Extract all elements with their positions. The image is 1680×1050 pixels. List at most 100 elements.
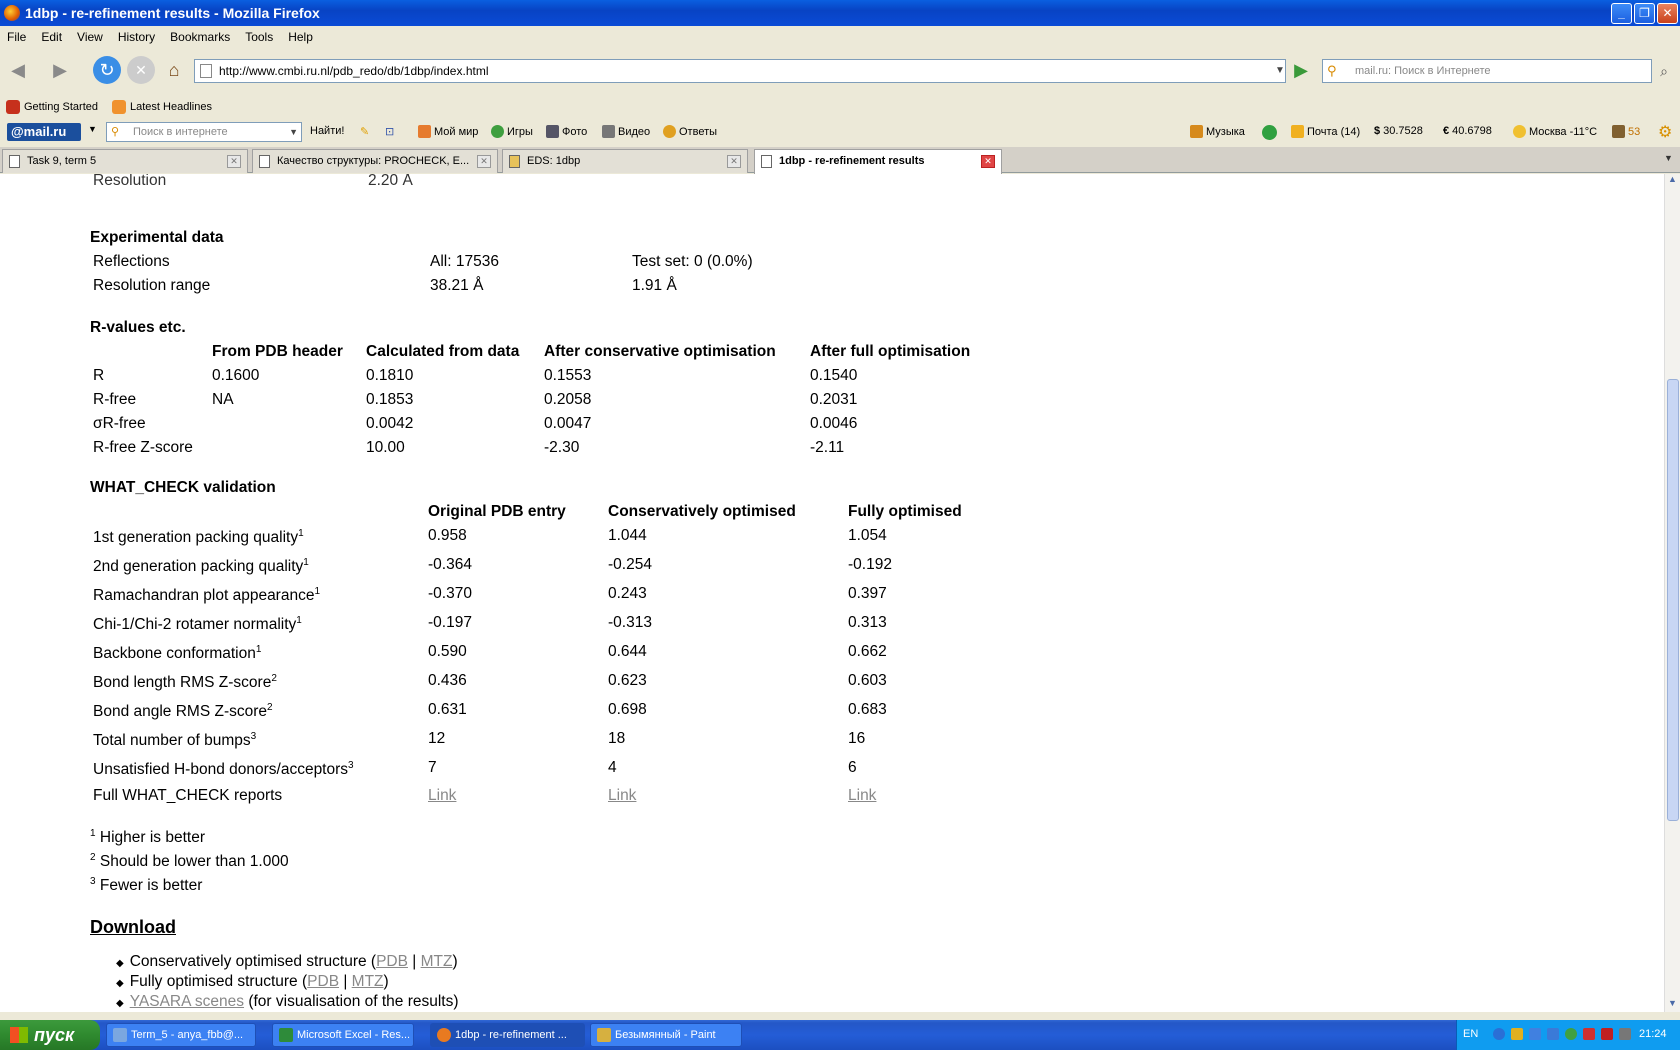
bookmark-getting-started[interactable]: Getting Started (6, 100, 98, 114)
r-value: 10.00 (366, 439, 405, 456)
wc-header-full: Fully optimised (848, 503, 962, 520)
tab-close-icon[interactable]: ✕ (727, 155, 741, 168)
menu-tools[interactable]: Tools (238, 30, 281, 44)
agent-icon[interactable] (1262, 125, 1280, 140)
whatcheck-value: 0.397 (848, 585, 887, 602)
tab-1dbp[interactable]: 1dbp - re-refinement results ✕ (754, 149, 1002, 174)
menu-help[interactable]: Help (281, 30, 321, 44)
eur-rate[interactable]: €40.6798 (1443, 125, 1492, 137)
minimize-button[interactable]: _ (1611, 3, 1632, 24)
scroll-down-icon[interactable]: ▼ (1668, 998, 1677, 1008)
go-icon[interactable]: ▶ (1290, 58, 1312, 82)
r-value: 0.0047 (544, 415, 592, 432)
getting-started-icon (6, 100, 20, 114)
url-text: http://www.cmbi.ru.nl/pdb_redo/db/1dbp/i… (219, 64, 489, 78)
tab-close-icon[interactable]: ✕ (981, 155, 995, 168)
weather[interactable]: Москва -11°C (1513, 125, 1597, 138)
url-dropdown-icon[interactable]: ▼ (1272, 60, 1288, 80)
usd-rate[interactable]: $30.7528 (1374, 125, 1423, 137)
mailbar-link-moi-mir[interactable]: Мой мир (418, 125, 478, 138)
wc-header-conservative: Conservatively optimised (608, 503, 796, 520)
search-go-icon[interactable]: ⌕ (1652, 59, 1676, 83)
tab-task9[interactable]: Task 9, term 5 ✕ (2, 149, 248, 173)
forward-icon[interactable]: ▶ (46, 56, 74, 84)
download-pdb-conservative[interactable]: PDB (376, 953, 408, 970)
tray-display-icon[interactable] (1547, 1028, 1559, 1040)
download-pdb-full[interactable]: PDB (307, 973, 339, 990)
music-link[interactable]: Музыка (1190, 125, 1245, 138)
tab-close-icon[interactable]: ✕ (477, 155, 491, 168)
home-icon[interactable]: ⌂ (160, 56, 188, 84)
mailru-search-input[interactable]: ⚲ Поиск в интернете ▼ (106, 122, 302, 142)
traffic-icon (1612, 125, 1625, 138)
search-page-icon[interactable]: ⊡ (385, 125, 394, 138)
rss-icon (112, 100, 126, 114)
search-placeholder: mail.ru: Поиск в Интернете (1355, 65, 1491, 77)
tray-utorrent-icon[interactable] (1565, 1028, 1577, 1040)
menu-file[interactable]: File (0, 30, 34, 44)
task-paint[interactable]: Безымянный - Paint (590, 1023, 742, 1047)
tab-procheck[interactable]: Качество структуры: PROCHECK, E... ✕ (252, 149, 498, 173)
page-content: Resolution 2.20 Å Experimental data Refl… (0, 174, 1664, 1012)
whatcheck-value: 4 (608, 759, 617, 776)
menu-edit[interactable]: Edit (34, 30, 70, 44)
back-icon[interactable]: ◀ (4, 56, 32, 84)
page-icon (761, 155, 772, 168)
mailbar-link-games[interactable]: Игры (491, 125, 533, 138)
page-scrollbar[interactable]: ▲ ▼ (1664, 174, 1680, 1012)
menu-view[interactable]: View (70, 30, 111, 44)
bookmark-latest-headlines[interactable]: Latest Headlines (112, 100, 212, 114)
whatcheck-row-label: Bond length RMS Z-score2 (93, 672, 277, 691)
mailbar-link-answers[interactable]: Ответы (663, 125, 717, 138)
stop-icon[interactable]: ✕ (127, 56, 155, 84)
menu-bookmarks[interactable]: Bookmarks (163, 30, 238, 44)
whatcheck-value: 0.631 (428, 701, 467, 718)
page-icon (9, 155, 20, 168)
moi-mir-icon (418, 125, 431, 138)
whatcheck-value: 0.623 (608, 672, 647, 689)
start-button[interactable]: пуск (0, 1020, 100, 1050)
tray-app-icon[interactable] (1529, 1028, 1541, 1040)
url-bar[interactable]: http://www.cmbi.ru.nl/pdb_redo/db/1dbp/i… (194, 59, 1286, 83)
scroll-thumb[interactable] (1667, 379, 1679, 821)
scroll-up-icon[interactable]: ▲ (1668, 174, 1677, 184)
reload-icon[interactable]: ↻ (93, 56, 121, 84)
close-button[interactable]: ✕ (1657, 3, 1678, 24)
task-term5[interactable]: Term_5 - anya_fbb@... (106, 1023, 256, 1047)
tray-acrobat-icon[interactable] (1601, 1028, 1613, 1040)
r-value: -2.11 (810, 439, 845, 456)
restore-button[interactable]: ❐ (1634, 3, 1655, 24)
search-engine-icon[interactable]: ⚲ (1327, 60, 1337, 82)
report-link-full[interactable]: Link (848, 787, 876, 805)
mailru-search-dropdown-icon[interactable]: ▼ (289, 123, 298, 141)
download-mtz-full[interactable]: MTZ (352, 973, 384, 990)
mail-link[interactable]: Почта (14) (1291, 125, 1360, 138)
title-bar: 1dbp - re-refinement results - Mozilla F… (0, 0, 1680, 26)
tab-list-icon[interactable]: ▼ (1664, 153, 1673, 163)
settings-gear-icon[interactable]: ⚙ (1658, 122, 1672, 142)
mailru-logo[interactable]: @mail.ru (7, 123, 81, 141)
download-mtz-conservative[interactable]: MTZ (421, 953, 453, 970)
tab-close-icon[interactable]: ✕ (227, 155, 241, 168)
experimental-data-title: Experimental data (90, 229, 224, 246)
mailru-menu-icon[interactable]: ▼ (88, 124, 97, 134)
pencil-icon[interactable]: ✎ (360, 125, 369, 138)
search-input[interactable]: ⚲ mail.ru: Поиск в Интернете (1322, 59, 1652, 83)
tray-antivirus-icon[interactable] (1583, 1028, 1595, 1040)
tray-network-icon[interactable] (1493, 1028, 1505, 1040)
mailbar-link-photo[interactable]: Фото (546, 125, 587, 138)
report-link-original[interactable]: Link (428, 787, 456, 805)
task-excel[interactable]: Microsoft Excel - Res... (272, 1023, 414, 1047)
task-firefox[interactable]: 1dbp - re-refinement ... (430, 1023, 585, 1047)
menu-history[interactable]: History (111, 30, 163, 44)
tray-volume-icon[interactable] (1619, 1028, 1631, 1040)
tray-shield-icon[interactable] (1511, 1028, 1523, 1040)
find-button[interactable]: Найти! (310, 125, 344, 137)
report-link-conservative[interactable]: Link (608, 787, 636, 805)
tab-eds[interactable]: EDS: 1dbp ✕ (502, 149, 748, 173)
r-row-label: σR-free (93, 415, 146, 432)
mailbar-link-video[interactable]: Видео (602, 125, 650, 138)
language-indicator[interactable]: EN (1463, 1028, 1478, 1040)
notifications[interactable]: 53 (1612, 125, 1640, 138)
download-yasara-scenes[interactable]: YASARA scenes (130, 993, 244, 1010)
